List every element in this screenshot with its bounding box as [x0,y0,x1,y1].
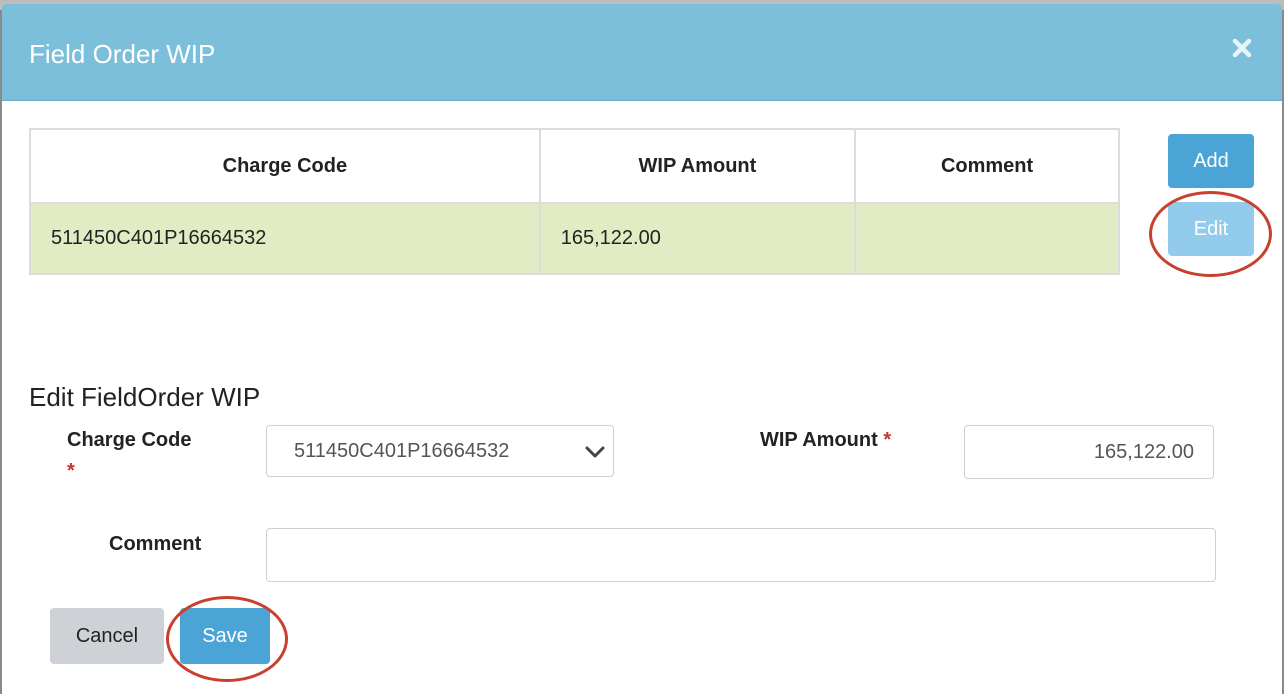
charge-code-required-marker: * [67,460,75,482]
cell-comment [854,202,1120,275]
save-button[interactable]: Save [180,608,270,664]
field-order-wip-modal: Field Order WIP Charge Code WIP Amount C… [2,4,1282,694]
add-button[interactable]: Add [1168,134,1254,188]
comment-label: Comment [109,533,202,555]
wip-amount-label: WIP Amount * [760,426,891,454]
column-header-comment: Comment [854,128,1120,204]
wip-table: Charge Code WIP Amount Comment 511450C40… [29,128,1120,275]
edit-section-title: Edit FieldOrder WIP [29,382,261,412]
table-row[interactable]: 511450C401P16664532 165,122.00 [29,202,1120,275]
wip-amount-input[interactable] [964,425,1214,479]
cancel-button[interactable]: Cancel [50,608,164,664]
cell-charge-code: 511450C401P16664532 [29,202,541,275]
table-header-row: Charge Code WIP Amount Comment [29,128,1120,204]
cell-wip-amount: 165,122.00 [538,202,857,275]
close-icon[interactable] [1228,34,1256,62]
charge-code-label-text: Charge Code [67,429,192,451]
charge-code-select[interactable]: 511450C401P16664532 [266,425,614,477]
column-header-charge-code: Charge Code [29,128,541,204]
modal-title: Field Order WIP [29,39,216,69]
wip-amount-required-marker: * [883,429,892,451]
wip-amount-label-text: WIP Amount [760,429,878,451]
charge-code-selected-value: 511450C401P16664532 [294,440,510,462]
edit-button[interactable]: Edit [1168,202,1254,256]
modal-header: Field Order WIP [2,4,1282,101]
chevron-down-icon [583,442,607,467]
column-header-wip-amount: WIP Amount [538,128,857,204]
charge-code-label: Charge Code [67,426,191,454]
comment-input[interactable] [266,528,1216,582]
